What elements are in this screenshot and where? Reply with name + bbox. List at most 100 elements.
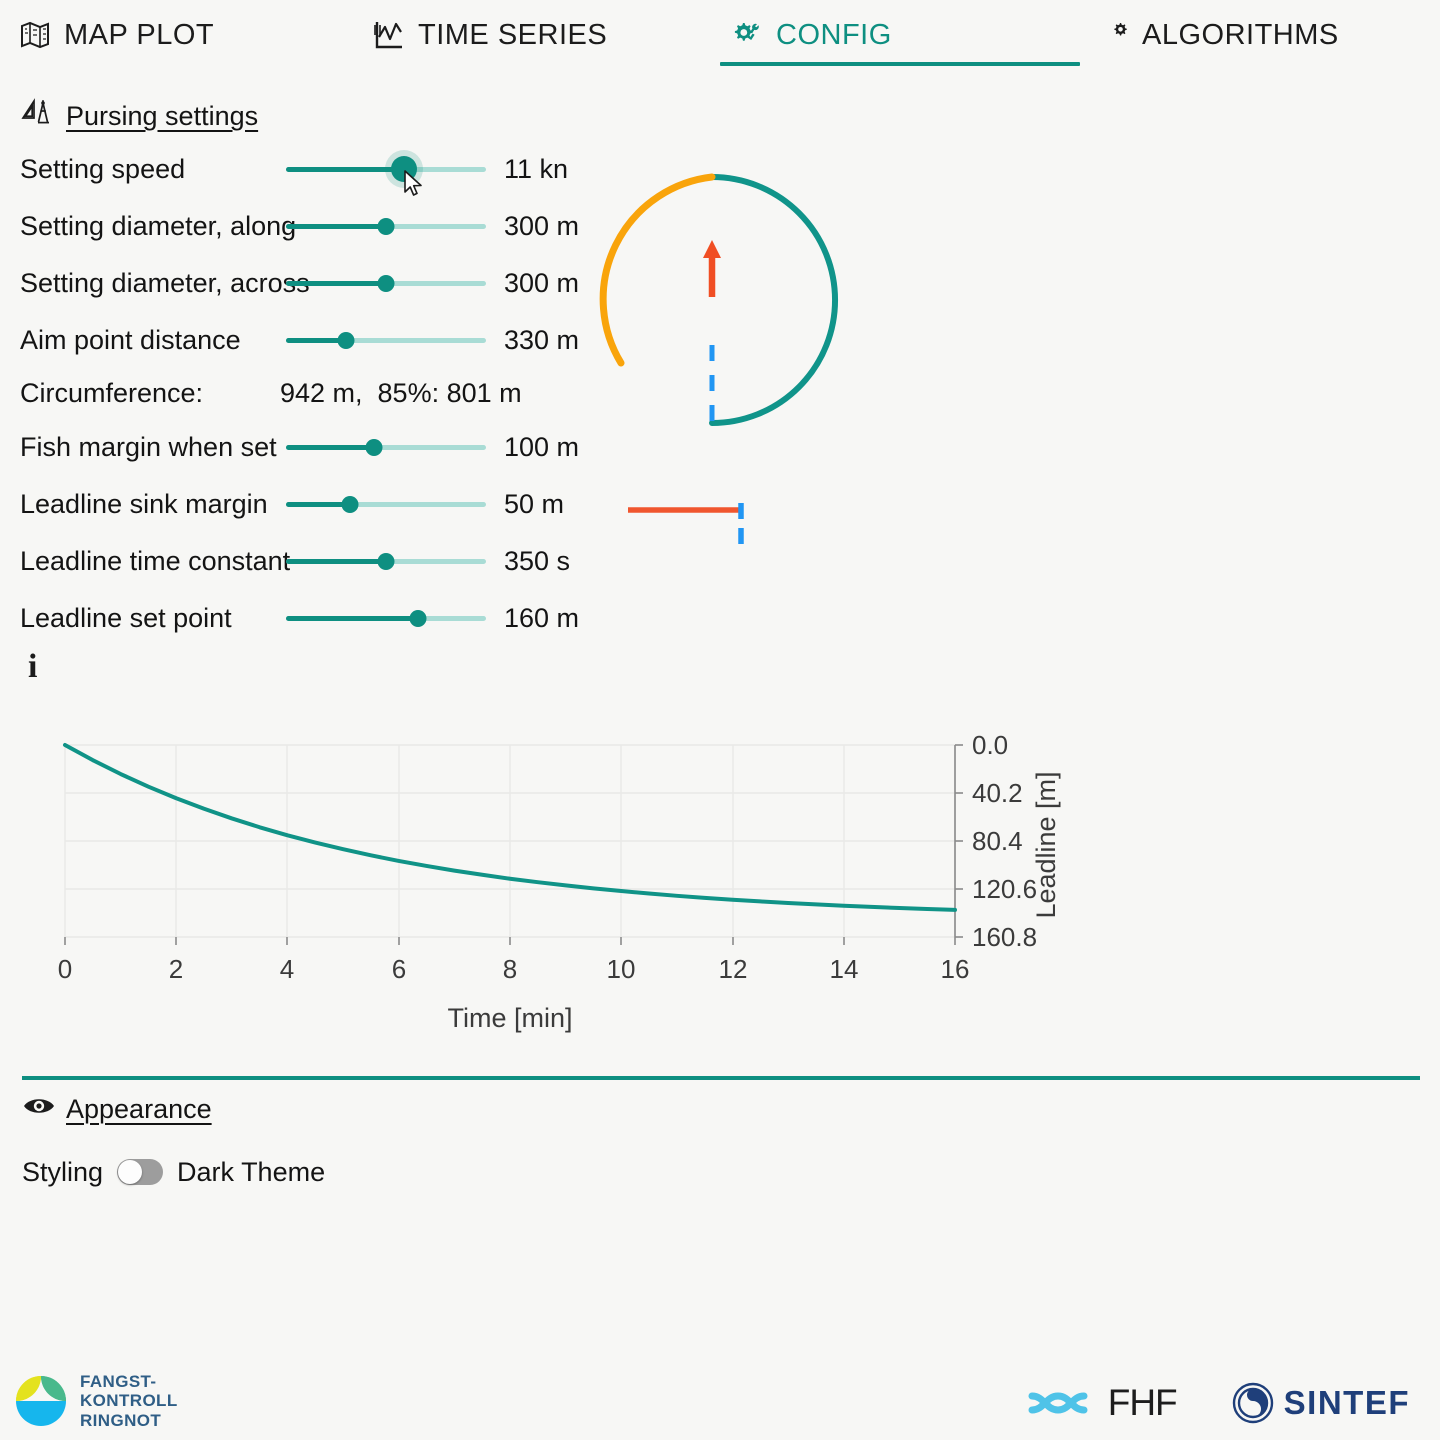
chart-y-axis-label: Leadline [m] bbox=[1031, 771, 1061, 918]
slider-fill bbox=[286, 444, 374, 450]
dark-theme-toggle[interactable] bbox=[117, 1159, 164, 1185]
fangst-kontroll-ringnot-logo: FANGST- KONTROLL RINGNOT bbox=[12, 1372, 178, 1430]
logo-line-1: FANGST- bbox=[80, 1372, 157, 1392]
x-tick-label: 10 bbox=[607, 954, 636, 984]
chart-gridlines bbox=[64, 744, 956, 938]
leadline-sink-chart: 0.0 40.2 80.4 120.6 160.8 0 2 4 6 8 10 1… bbox=[58, 730, 1061, 1033]
y-tick-label: 40.2 bbox=[972, 778, 1023, 808]
slider-label: Leadline sink margin bbox=[20, 488, 268, 519]
tab-algorithms[interactable]: ALGORITHMS bbox=[1096, 12, 1339, 58]
tab-label: CONFIG bbox=[776, 18, 892, 51]
slider-fill bbox=[286, 223, 386, 229]
tab-time-series[interactable]: TIME SERIES bbox=[372, 12, 607, 58]
line-chart-icon bbox=[372, 18, 406, 52]
tab-map-plot[interactable]: MAP PLOT bbox=[18, 12, 214, 58]
slider-handle[interactable] bbox=[377, 274, 395, 292]
slider-fill bbox=[286, 615, 418, 621]
slider-label: Aim point distance bbox=[20, 324, 241, 355]
tab-label: ALGORITHMS bbox=[1142, 18, 1339, 51]
slider-value: 11 kn bbox=[504, 153, 569, 184]
drafting-compass-icon bbox=[20, 98, 56, 135]
slider-handle[interactable] bbox=[365, 438, 383, 456]
slider-row-leadline-time-constant: Leadline time constant 350 s bbox=[20, 541, 620, 581]
slider-row-setting-diameter-along: Setting diameter, along 300 m bbox=[20, 206, 620, 246]
gear-wrench-icon bbox=[730, 18, 764, 52]
tab-label: MAP PLOT bbox=[64, 18, 215, 51]
fhf-mark-icon bbox=[1028, 1392, 1088, 1414]
toggle-knob bbox=[118, 1160, 143, 1184]
slider-fish-margin-when-set[interactable] bbox=[286, 432, 486, 462]
slider-value: 330 m bbox=[504, 324, 580, 355]
x-tick-label: 6 bbox=[392, 954, 406, 984]
y-tick-label: 0.0 bbox=[972, 730, 1008, 760]
slider-label: Setting diameter, across bbox=[20, 267, 310, 298]
slider-handle[interactable] bbox=[337, 331, 355, 349]
slider-leadline-set-point[interactable] bbox=[286, 603, 486, 633]
x-tick-label: 2 bbox=[169, 954, 183, 984]
x-tick-label: 4 bbox=[280, 954, 294, 984]
map-icon bbox=[18, 18, 52, 52]
fhf-wordmark: FHF bbox=[1107, 1382, 1178, 1423]
y-tick-label: 120.6 bbox=[972, 874, 1037, 904]
tab-label: TIME SERIES bbox=[418, 18, 608, 51]
info-icon[interactable]: i bbox=[28, 648, 37, 686]
slider-setting-diameter-along[interactable] bbox=[286, 211, 486, 241]
slider-fill bbox=[286, 558, 386, 564]
dark-theme-label: Dark Theme bbox=[177, 1156, 326, 1187]
slider-label: Leadline set point bbox=[20, 602, 232, 633]
slider-setting-speed[interactable] bbox=[286, 150, 486, 188]
heading-arrow-icon bbox=[703, 240, 721, 297]
partner-logos: FHF SINTEF bbox=[1024, 1382, 1410, 1424]
slider-leadline-time-constant[interactable] bbox=[286, 546, 486, 576]
chart-y-axis bbox=[954, 744, 963, 938]
circumference-value: 942 m, 85%: 801 m bbox=[280, 377, 522, 408]
fangst-kontroll-wordmark: FANGST- KONTROLL RINGNOT bbox=[80, 1372, 178, 1429]
slider-row-leadline-sink-margin: Leadline sink margin 50 m bbox=[20, 484, 620, 524]
slider-handle[interactable] bbox=[341, 495, 359, 513]
slider-leadline-sink-margin[interactable] bbox=[286, 489, 486, 519]
eye-icon bbox=[22, 1094, 56, 1125]
slider-row-leadline-set-point: Leadline set point 160 m bbox=[20, 598, 620, 638]
slider-handle[interactable] bbox=[409, 609, 427, 627]
fhf-logo: FHF bbox=[1024, 1382, 1178, 1424]
fangst-kontroll-mark-icon bbox=[16, 1376, 66, 1426]
chart-x-axis-label: Time [min] bbox=[447, 1003, 572, 1033]
net-orange-arc bbox=[599, 173, 716, 367]
slider-value: 100 m bbox=[504, 431, 580, 462]
leadline-sink-diagram bbox=[628, 503, 744, 547]
slider-row-setting-diameter-across: Setting diameter, across 300 m bbox=[20, 263, 620, 303]
x-tick-label: 0 bbox=[58, 954, 72, 984]
slider-row-fish-margin-when-set: Fish margin when set 100 m bbox=[20, 427, 620, 467]
sintef-wordmark: SINTEF bbox=[1283, 1384, 1410, 1421]
active-tab-underline bbox=[720, 62, 1080, 66]
slider-fill bbox=[286, 280, 386, 286]
sintef-logo: SINTEF bbox=[1232, 1382, 1410, 1424]
slider-value: 50 m bbox=[504, 488, 565, 519]
section-divider bbox=[22, 1076, 1420, 1080]
sintef-mark-icon bbox=[1232, 1382, 1273, 1424]
section-title: Appearance bbox=[66, 1094, 212, 1124]
slider-setting-diameter-across[interactable] bbox=[286, 268, 486, 298]
slider-handle[interactable] bbox=[377, 217, 395, 235]
tab-bar: MAP PLOT TIME SERIES CONFIG ALGORITHMS bbox=[0, 0, 1440, 72]
slider-label: Setting diameter, along bbox=[20, 210, 297, 241]
gear-cogs-icon bbox=[1096, 18, 1130, 52]
chart-x-axis bbox=[64, 937, 956, 945]
slider-row-aim-point-distance: Aim point distance 330 m bbox=[20, 320, 620, 360]
net-setting-diagram bbox=[599, 173, 838, 426]
x-tick-label: 8 bbox=[503, 954, 517, 984]
slider-value: 160 m bbox=[504, 602, 580, 633]
y-tick-label: 80.4 bbox=[972, 826, 1023, 856]
circumference-label: Circumference: bbox=[20, 377, 204, 408]
slider-handle[interactable] bbox=[377, 552, 395, 570]
section-title: Pursing settings bbox=[66, 101, 259, 131]
slider-row-setting-speed: Setting speed 11 kn bbox=[20, 149, 620, 189]
x-tick-label: 14 bbox=[830, 954, 859, 984]
slider-label: Leadline time constant bbox=[20, 545, 291, 576]
y-tick-label: 160.8 bbox=[972, 922, 1037, 952]
slider-value: 350 s bbox=[504, 545, 571, 576]
slider-aim-point-distance[interactable] bbox=[286, 325, 486, 355]
slider-handle[interactable] bbox=[391, 156, 417, 182]
appearance-header: Appearance bbox=[22, 1094, 212, 1125]
tab-config[interactable]: CONFIG bbox=[730, 12, 892, 58]
